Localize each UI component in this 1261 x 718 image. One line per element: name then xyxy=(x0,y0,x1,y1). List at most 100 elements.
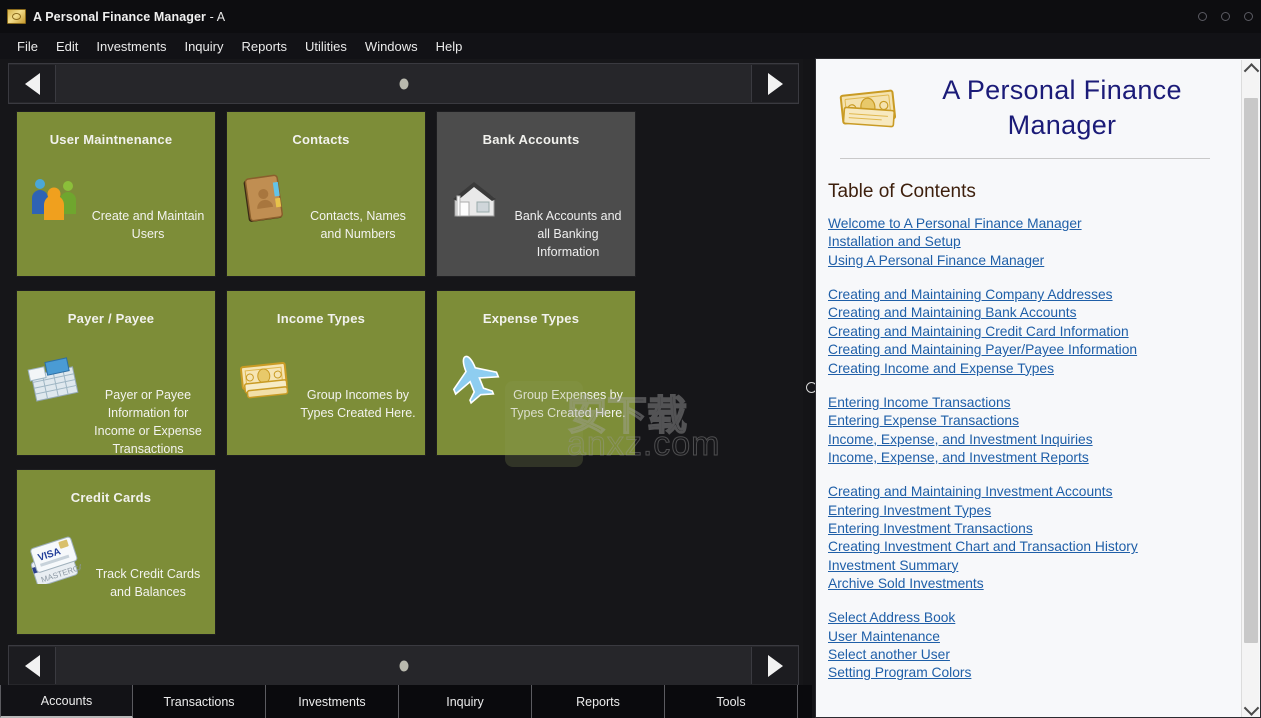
cash-stack-icon xyxy=(237,351,291,405)
toc-link[interactable]: Creating Investment Chart and Transactio… xyxy=(828,538,1222,556)
tile-title: Expense Types xyxy=(482,311,580,326)
close-button[interactable] xyxy=(1244,12,1253,21)
tile-title: Income Types xyxy=(276,311,366,326)
help-title: A Personal Finance Manager xyxy=(942,75,1182,140)
toc-link[interactable]: Archive Sold Investments xyxy=(828,575,1222,593)
slider-dot-icon[interactable] xyxy=(399,660,408,671)
toc-link[interactable]: Creating and Maintaining Bank Accounts xyxy=(828,304,1222,322)
window-title-suffix: - A xyxy=(206,9,226,24)
window-controls xyxy=(1198,0,1253,33)
toc-group: Creating and Maintaining Investment Acco… xyxy=(828,483,1222,593)
tile-title: Contacts xyxy=(292,132,350,147)
main-panel: User Maintnenance Create and Maintain Us… xyxy=(0,59,812,718)
nav-previous-button-top[interactable] xyxy=(9,65,56,102)
menu-item-investments[interactable]: Investments xyxy=(87,36,175,57)
nav-track-top[interactable] xyxy=(56,65,751,102)
minimize-button[interactable] xyxy=(1198,12,1207,21)
triangle-left-icon xyxy=(24,72,40,95)
toc-link[interactable]: Creating and Maintaining Payer/Payee Inf… xyxy=(828,341,1222,359)
tile-title: Credit Cards xyxy=(70,490,152,505)
toc-link[interactable]: Creating Income and Expense Types xyxy=(828,360,1222,378)
credit-card-icon: MASTERCARD VISA xyxy=(27,530,81,584)
tile-description: Group Expenses by Types Created Here. xyxy=(510,388,626,420)
toc-link[interactable]: Creating and Maintaining Credit Card Inf… xyxy=(828,323,1222,341)
help-header: A Personal Finance Manager xyxy=(828,59,1222,142)
tab-investments[interactable]: Investments xyxy=(266,685,399,718)
toc-link[interactable]: Select Address Book xyxy=(828,609,1222,627)
toc-group: Creating and Maintaining Company Address… xyxy=(828,286,1222,378)
toc-link[interactable]: Income, Expense, and Investment Inquirie… xyxy=(828,431,1222,449)
tile-payer-payee[interactable]: Payer / Payee Payer or Payee Information… xyxy=(16,290,216,456)
triangle-right-icon xyxy=(767,654,783,677)
nav-previous-button-bottom[interactable] xyxy=(9,647,56,684)
menu-item-windows[interactable]: Windows xyxy=(356,36,427,57)
toc-group: Entering Income Transactions Entering Exp… xyxy=(828,394,1222,467)
nav-next-button-bottom[interactable] xyxy=(751,647,798,684)
menu-item-edit[interactable]: Edit xyxy=(47,36,87,57)
window-title-text: A Personal Finance Manager xyxy=(33,9,207,24)
menu-bar: File Edit Investments Inquiry Reports Utiliti… xyxy=(0,33,1261,60)
application-window: A Personal Finance Manager - A File Edit I… xyxy=(0,0,1261,718)
tab-inquiry[interactable]: Inquiry xyxy=(399,685,532,718)
tile-expense-types[interactable]: Expense Types Group Expenses by Types Cr… xyxy=(436,290,636,456)
tile-contacts[interactable]: Contacts Contacts, Names and Numbers xyxy=(226,111,426,277)
tile-income-types[interactable]: Income Types Group Incomes by Types Crea… xyxy=(226,290,426,456)
toc-link[interactable]: Installation and Setup xyxy=(828,233,1222,251)
menu-item-file[interactable]: File xyxy=(8,36,47,57)
scrollbar-thumb[interactable] xyxy=(1244,98,1258,643)
toc-link[interactable]: Welcome to A Personal Finance Manager xyxy=(828,215,1222,233)
bottom-nav-strip xyxy=(8,645,799,686)
toc-group: Welcome to A Personal Finance Manager Ins… xyxy=(828,215,1222,270)
address-book-icon xyxy=(237,172,291,226)
slider-dot-icon[interactable] xyxy=(399,78,408,89)
toc-link[interactable]: Creating and Maintaining Investment Acco… xyxy=(828,483,1222,501)
title-bar: A Personal Finance Manager - A xyxy=(0,0,1261,33)
toc-heading: Table of Contents xyxy=(828,181,976,203)
tile-title: Bank Accounts xyxy=(482,132,580,147)
tile-credit-cards[interactable]: Credit Cards MASTERCARD VISA Track Credi… xyxy=(16,469,216,635)
tile-bank-accounts[interactable]: Bank Accounts Bank Accounts and all Bank… xyxy=(436,111,636,277)
tab-accounts[interactable]: Accounts xyxy=(0,685,133,718)
toc-link[interactable]: Entering Income Transactions xyxy=(828,394,1222,412)
menu-item-inquiry[interactable]: Inquiry xyxy=(175,36,232,57)
tab-transactions[interactable]: Transactions xyxy=(133,685,266,718)
chevron-down-icon xyxy=(1243,699,1259,716)
window-title: A Personal Finance Manager - A xyxy=(33,10,225,24)
chevron-up-icon xyxy=(1243,62,1259,79)
toc-link[interactable]: Select another User xyxy=(828,646,1222,664)
toc-link[interactable]: User Maintenance xyxy=(828,628,1222,646)
money-bills-icon xyxy=(838,85,900,131)
tile-description: Payer or Payee Information for Income or… xyxy=(94,388,202,456)
toc-link[interactable]: Investment Summary xyxy=(828,557,1222,575)
users-group-icon xyxy=(27,172,81,226)
menu-item-reports[interactable]: Reports xyxy=(232,36,296,57)
bottom-tab-bar: Accounts Transactions Investments Inquiry Re… xyxy=(0,685,812,718)
toc-link[interactable]: Income, Expense, and Investment Reports xyxy=(828,449,1222,467)
tile-description: Contacts, Names and Numbers xyxy=(310,209,406,241)
menu-item-utilities[interactable]: Utilities xyxy=(296,36,356,57)
nav-next-button-top[interactable] xyxy=(751,65,798,102)
tab-reports[interactable]: Reports xyxy=(532,685,665,718)
toc-link[interactable]: Setting Program Colors xyxy=(828,664,1222,682)
toc-link[interactable]: Entering Investment Transactions xyxy=(828,520,1222,538)
tile-description: Create and Maintain Users xyxy=(91,209,205,241)
toc-link[interactable]: Using A Personal Finance Manager xyxy=(828,252,1222,270)
tab-tools[interactable]: Tools xyxy=(665,685,798,718)
tile-user-maintnenance[interactable]: User Maintnenance Create and Maintain Us… xyxy=(16,111,216,277)
help-scrollbar[interactable] xyxy=(1241,60,1260,717)
toc-link[interactable]: Entering Investment Types xyxy=(828,502,1222,520)
help-content: A Personal Finance Manager Table of Cont… xyxy=(816,59,1234,717)
menu-item-help[interactable]: Help xyxy=(427,36,472,57)
toc-link[interactable]: Creating and Maintaining Company Address… xyxy=(828,286,1222,304)
scroll-down-button[interactable] xyxy=(1242,699,1260,717)
tile-title: User Maintnenance xyxy=(49,132,173,147)
tile-description: Track Credit Cards and Balances xyxy=(95,567,201,599)
nav-track-bottom[interactable] xyxy=(56,647,751,684)
maximize-button[interactable] xyxy=(1221,12,1230,21)
airplane-icon xyxy=(447,351,501,405)
toc-group: Select Address Book User Maintenance Selec… xyxy=(828,609,1222,682)
panel-splitter[interactable] xyxy=(803,59,817,718)
scroll-up-button[interactable] xyxy=(1242,60,1260,79)
toc-link[interactable]: Entering Expense Transactions xyxy=(828,412,1222,430)
triangle-right-icon xyxy=(767,72,783,95)
